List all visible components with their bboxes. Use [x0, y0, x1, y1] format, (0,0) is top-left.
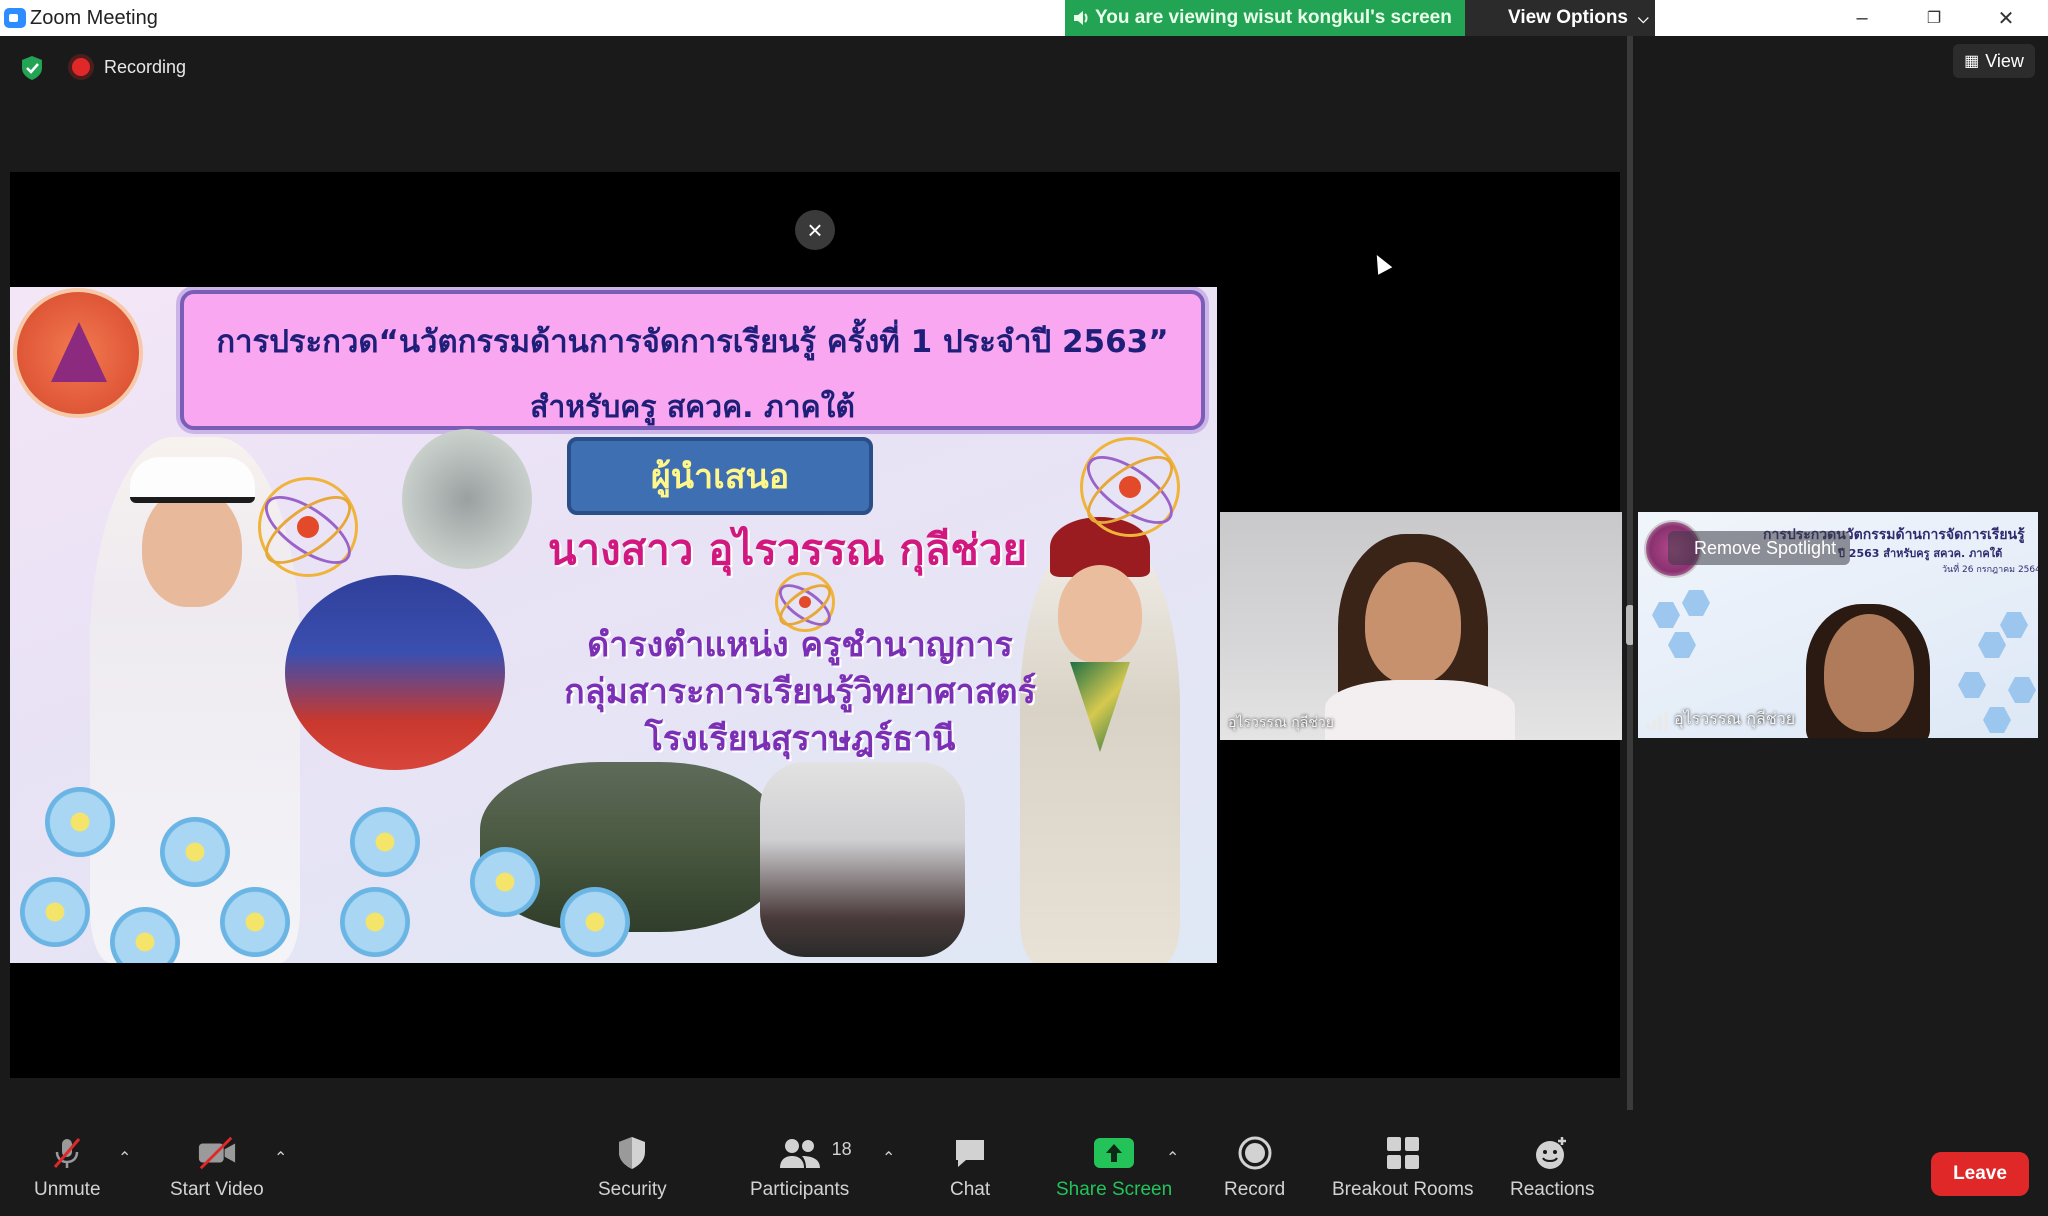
smiley-plus-icon	[1532, 1135, 1572, 1171]
security-label: Security	[598, 1179, 667, 1200]
lab-photo	[760, 762, 965, 957]
participants-button[interactable]: 18 Participants	[750, 1135, 852, 1201]
reactions-button[interactable]: Reactions	[1510, 1135, 1595, 1201]
presentation-slide: การประกวด“นวัตกรรมด้านการจัดการเรียนรู้ …	[10, 287, 1217, 963]
breakout-rooms-label: Breakout Rooms	[1332, 1179, 1474, 1200]
participants-count: 18	[831, 1139, 852, 1159]
record-button[interactable]: Record	[1224, 1135, 1285, 1201]
breakout-rooms-button[interactable]: Breakout Rooms	[1332, 1135, 1474, 1201]
encryption-shield-icon[interactable]	[20, 55, 44, 81]
record-label: Record	[1224, 1179, 1286, 1200]
recording-dot-icon	[72, 58, 90, 76]
speaker-icon	[1074, 11, 1088, 25]
signal-strength-icon	[1646, 712, 1668, 730]
school-logo	[13, 288, 143, 418]
close-icon: ✕	[1997, 7, 2015, 30]
meeting-toolbar	[0, 1110, 2048, 1216]
share-screen-button[interactable]: Share Screen	[1056, 1135, 1172, 1201]
position-line3: โรงเรียนสุราษฎร์ธานี	[644, 719, 956, 759]
atom-icon	[1080, 437, 1180, 537]
start-video-button[interactable]: Start Video	[170, 1135, 264, 1201]
chat-bubble-icon	[950, 1135, 990, 1171]
start-video-label: Start Video	[170, 1179, 264, 1200]
slide-title-box: การประกวด“นวัตกรรมด้านการจัดการเรียนรู้ …	[180, 290, 1205, 430]
flower-decoration	[340, 887, 410, 957]
flower-decoration	[160, 817, 230, 887]
share-screen-icon	[1094, 1135, 1135, 1171]
presenter-name: นางสาว อุไรวรรณ กุลีช่วย	[547, 525, 1028, 574]
close-icon: ×	[807, 214, 823, 245]
view-button[interactable]: ▦ View	[1953, 44, 2035, 78]
atom-icon	[775, 572, 835, 632]
leave-button[interactable]: Leave	[1931, 1152, 2029, 1196]
participants-icon: 18	[770, 1135, 852, 1171]
presenter-tag: ผู้นำเสนอ	[567, 437, 873, 515]
close-popup-button[interactable]: ×	[795, 210, 835, 250]
chat-button[interactable]: Chat	[950, 1135, 990, 1201]
share-screen-label: Share Screen	[1056, 1179, 1173, 1200]
spotlight-participant-name: อุไรวรรณ กุลีช่วย	[1674, 709, 1796, 728]
minimize-icon: –	[1856, 6, 1868, 29]
statue-photo	[402, 429, 532, 569]
record-icon	[1235, 1135, 1275, 1171]
muted-mic-icon	[47, 1135, 87, 1171]
breakout-rooms-icon	[1383, 1135, 1423, 1171]
zoom-app-icon	[4, 8, 26, 28]
share-options-caret[interactable]: ⌃	[1166, 1148, 1179, 1168]
unmute-button[interactable]: Unmute	[34, 1135, 101, 1201]
viewing-screen-text: You are viewing wisut kongkul's screen	[1095, 7, 1452, 28]
viewing-screen-banner: You are viewing wisut kongkul's screen	[1065, 0, 1465, 36]
slide-title-line1: การประกวด“นวัตกรรมด้านการจัดการเรียนรู้ …	[216, 324, 1169, 360]
flower-decoration	[220, 887, 290, 957]
minimize-button[interactable]: –	[1826, 0, 1898, 36]
flower-decoration	[560, 887, 630, 957]
position-line2: กลุ่มสาระการเรียนรู้วิทยาศาสตร์	[564, 672, 1036, 712]
restore-icon: ❐	[1926, 10, 1942, 27]
flower-decoration	[45, 787, 115, 857]
spotlight-slide-line3: วันที่ 26 กรกฎาคม 2564	[1942, 565, 2038, 575]
participant-video-tile[interactable]: อุไรวรรณ กุลีช่วย	[1220, 512, 1622, 740]
video-off-icon	[197, 1135, 237, 1171]
students-award-photo	[285, 575, 505, 770]
meeting-info-strip	[0, 36, 1626, 136]
remove-spotlight-label: Remove Spotlight	[1694, 537, 1837, 558]
atom-icon	[258, 477, 358, 577]
remove-spotlight-button[interactable]: Remove Spotlight	[1668, 531, 1851, 565]
audio-options-caret[interactable]: ⌃	[118, 1148, 131, 1168]
chevron-down-icon: ⌵	[1638, 9, 1649, 26]
flower-decoration	[20, 877, 90, 947]
grid-icon: ▦	[1964, 53, 1980, 70]
restore-button[interactable]: ❐	[1898, 0, 1970, 36]
participant-name-label: อุไรวรรณ กุลีช่วย	[1228, 715, 1334, 731]
flower-decoration	[350, 807, 420, 877]
recording-label[interactable]: Recording	[104, 57, 186, 78]
slide-title-line2: สำหรับครู สควค. ภาคใต้	[530, 390, 855, 425]
unmute-label: Unmute	[34, 1179, 101, 1200]
video-options-caret[interactable]: ⌃	[274, 1148, 287, 1168]
security-button[interactable]: Security	[598, 1135, 667, 1201]
chat-label: Chat	[950, 1179, 991, 1200]
participants-options-caret[interactable]: ⌃	[882, 1148, 895, 1168]
title-bar: Zoom Meeting You are viewing wisut kongk…	[0, 0, 2048, 36]
window-title: Zoom Meeting	[30, 7, 158, 29]
spotlight-slide-line2: ปี 2563 สำหรับครู สควค. ภาคใต้	[1838, 547, 2003, 560]
flower-decoration	[470, 847, 540, 917]
participants-label: Participants	[750, 1179, 850, 1200]
spotlight-video-tile[interactable]: การประกวดนวัตกรรมด้านการจัดการเรียนรู้ ป…	[1638, 512, 2038, 738]
reactions-label: Reactions	[1510, 1179, 1595, 1200]
close-window-button[interactable]: ✕	[1970, 0, 2042, 36]
security-shield-icon	[612, 1135, 652, 1171]
view-options-button[interactable]: View Options ⌵	[1465, 0, 1655, 36]
view-button-label: View	[1985, 50, 2024, 71]
view-options-label: View Options	[1508, 7, 1629, 28]
